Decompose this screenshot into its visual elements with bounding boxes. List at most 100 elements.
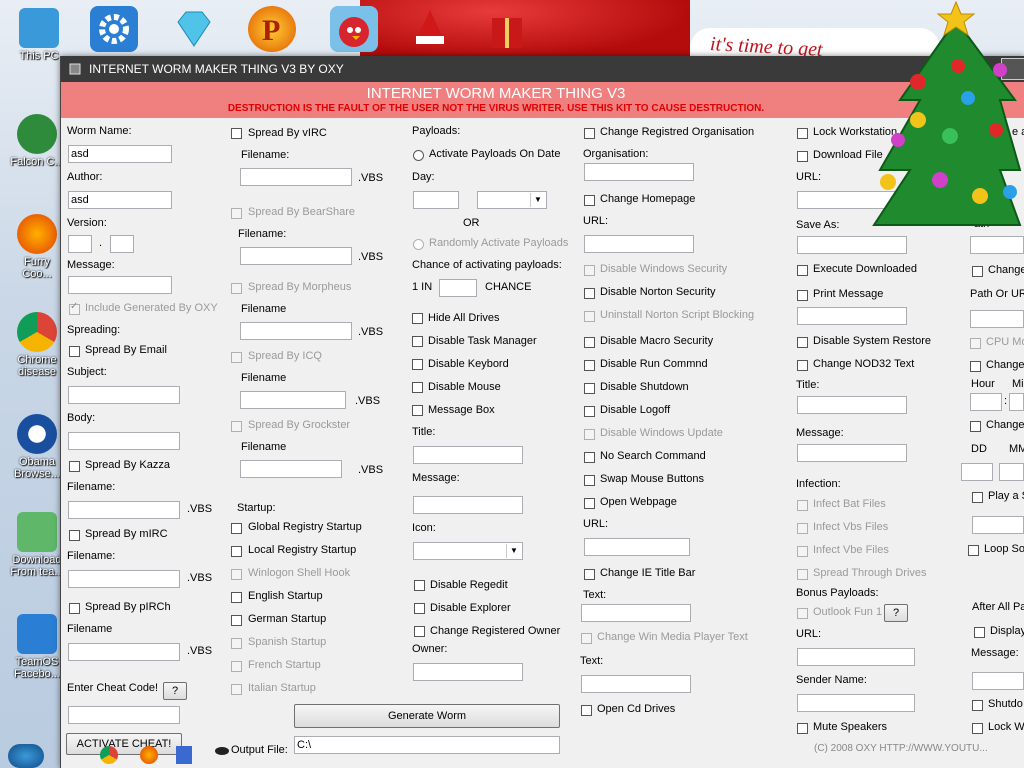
disable-mouse-checkbox[interactable] bbox=[412, 382, 423, 393]
spread-icq-checkbox[interactable] bbox=[231, 352, 242, 363]
app-taskbar-icon[interactable] bbox=[176, 746, 192, 764]
body-input[interactable] bbox=[68, 432, 180, 450]
spread-grockster-checkbox[interactable] bbox=[231, 421, 242, 432]
after-message-input[interactable] bbox=[972, 672, 1024, 690]
change-2-checkbox[interactable] bbox=[970, 361, 981, 372]
kazza-filename-input[interactable] bbox=[68, 501, 180, 519]
start-button[interactable] bbox=[8, 744, 44, 768]
org-input[interactable] bbox=[584, 163, 694, 181]
message-box-checkbox[interactable] bbox=[412, 405, 423, 416]
spanish-startup-checkbox[interactable] bbox=[231, 638, 242, 649]
pocket-p-icon[interactable]: P bbox=[248, 6, 296, 52]
partial-path-input[interactable] bbox=[970, 236, 1024, 254]
desktop-icon-obama[interactable]: Obama Browse... bbox=[8, 414, 66, 480]
outlook-url-input[interactable] bbox=[797, 648, 915, 666]
spread-virc-checkbox[interactable] bbox=[231, 128, 242, 139]
lock-w-checkbox[interactable] bbox=[972, 723, 983, 734]
owner-input[interactable] bbox=[413, 663, 523, 681]
webpage-url-input[interactable] bbox=[584, 538, 690, 556]
disable-explorer-checkbox[interactable] bbox=[414, 603, 425, 614]
change-1-checkbox[interactable] bbox=[972, 266, 983, 277]
icq-filename-input[interactable] bbox=[240, 391, 346, 409]
msgbox-title-input[interactable] bbox=[413, 446, 523, 464]
activate-on-date-radio[interactable] bbox=[413, 150, 424, 161]
disable-restore-checkbox[interactable] bbox=[797, 337, 808, 348]
outlook-help-button[interactable]: ? bbox=[884, 604, 908, 622]
shutdown-checkbox[interactable] bbox=[972, 700, 983, 711]
no-search-checkbox[interactable] bbox=[584, 452, 595, 463]
swap-mouse-checkbox[interactable] bbox=[584, 475, 595, 486]
italian-startup-checkbox[interactable] bbox=[231, 684, 242, 695]
icon-dropdown[interactable]: ▼ bbox=[413, 542, 523, 560]
change-nod32-checkbox[interactable] bbox=[797, 360, 808, 371]
change-ie-title-checkbox[interactable] bbox=[584, 569, 595, 580]
dd-input[interactable] bbox=[961, 463, 993, 481]
cheat-help-button[interactable]: ? bbox=[163, 682, 187, 700]
uninstall-norton-checkbox[interactable] bbox=[584, 311, 595, 322]
angry-birds-icon[interactable] bbox=[330, 6, 378, 52]
author-input[interactable] bbox=[68, 191, 172, 209]
infect-vbe-checkbox[interactable] bbox=[797, 546, 808, 557]
desktop-icon-falcon[interactable]: Falcon C... bbox=[8, 114, 66, 168]
spread-drives-checkbox[interactable] bbox=[797, 569, 808, 580]
month-dropdown[interactable]: ▼ bbox=[477, 191, 547, 209]
cpu-monitor-checkbox[interactable] bbox=[970, 338, 981, 349]
winlogon-checkbox[interactable] bbox=[231, 569, 242, 580]
subject-input[interactable] bbox=[68, 386, 180, 404]
play-sound-input[interactable] bbox=[972, 516, 1024, 534]
spread-bearshare-checkbox[interactable] bbox=[231, 208, 242, 219]
chrome-taskbar-icon[interactable] bbox=[100, 746, 118, 764]
english-startup-checkbox[interactable] bbox=[231, 592, 242, 603]
disable-task-manager-checkbox[interactable] bbox=[412, 336, 423, 347]
mirc-filename-input[interactable] bbox=[68, 570, 180, 588]
change-owner-checkbox[interactable] bbox=[414, 626, 425, 637]
randomly-activate-radio[interactable] bbox=[413, 239, 424, 250]
cheat-code-input[interactable] bbox=[68, 706, 180, 724]
print-message-checkbox[interactable] bbox=[797, 290, 808, 301]
change-org-checkbox[interactable] bbox=[584, 128, 595, 139]
desktop-icon-chrome[interactable]: Chrome disease bbox=[8, 312, 66, 378]
settings-icon[interactable] bbox=[90, 6, 138, 52]
disable-shutdown-checkbox[interactable] bbox=[584, 383, 595, 394]
outlook-fun-checkbox[interactable] bbox=[797, 608, 808, 619]
worm-name-input[interactable] bbox=[68, 145, 172, 163]
infect-bat-checkbox[interactable] bbox=[797, 500, 808, 511]
msgbox-message-input[interactable] bbox=[413, 496, 523, 514]
infect-vbs-checkbox[interactable] bbox=[797, 523, 808, 534]
output-file-input[interactable] bbox=[294, 736, 560, 754]
loop-sound-checkbox[interactable] bbox=[968, 545, 979, 556]
disable-win-security-checkbox[interactable] bbox=[584, 265, 595, 276]
firefox-taskbar-icon[interactable] bbox=[140, 746, 158, 764]
play-sound-checkbox[interactable] bbox=[972, 492, 983, 503]
hour-input[interactable] bbox=[970, 393, 1002, 411]
mute-speakers-checkbox[interactable] bbox=[797, 723, 808, 734]
mm-input[interactable] bbox=[999, 463, 1024, 481]
ie-title-text-input[interactable] bbox=[581, 604, 691, 622]
santa-icon[interactable] bbox=[406, 6, 454, 52]
disable-run-checkbox[interactable] bbox=[584, 360, 595, 371]
lock-workstation-checkbox[interactable] bbox=[797, 128, 808, 139]
desktop-icon-teamos[interactable]: TeamOS Facebo... bbox=[8, 614, 66, 680]
generate-worm-button[interactable]: Generate Worm bbox=[294, 704, 560, 728]
change-homepage-checkbox[interactable] bbox=[584, 195, 595, 206]
minute-input[interactable] bbox=[1009, 393, 1024, 411]
disable-keyboard-checkbox[interactable] bbox=[412, 359, 423, 370]
chance-input[interactable] bbox=[439, 279, 477, 297]
disable-update-checkbox[interactable] bbox=[584, 429, 595, 440]
morpheus-filename-input[interactable] bbox=[240, 322, 352, 340]
disable-norton-checkbox[interactable] bbox=[584, 288, 595, 299]
disable-regedit-checkbox[interactable] bbox=[414, 580, 425, 591]
disable-macro-checkbox[interactable] bbox=[584, 337, 595, 348]
path-or-url-input[interactable] bbox=[970, 310, 1024, 328]
version-major-input[interactable] bbox=[68, 235, 92, 253]
gift-icon[interactable] bbox=[484, 6, 532, 52]
desktop-icon-this-pc[interactable]: This PC bbox=[10, 8, 68, 62]
hide-drives-checkbox[interactable] bbox=[412, 313, 423, 324]
include-generated-checkbox[interactable] bbox=[69, 301, 80, 315]
grockster-filename-input[interactable] bbox=[240, 460, 342, 478]
nod32-message-input[interactable] bbox=[797, 444, 907, 462]
message-input[interactable] bbox=[68, 276, 172, 294]
spread-mirc-checkbox[interactable] bbox=[69, 530, 80, 541]
sender-name-input[interactable] bbox=[797, 694, 915, 712]
save-as-input[interactable] bbox=[797, 236, 907, 254]
